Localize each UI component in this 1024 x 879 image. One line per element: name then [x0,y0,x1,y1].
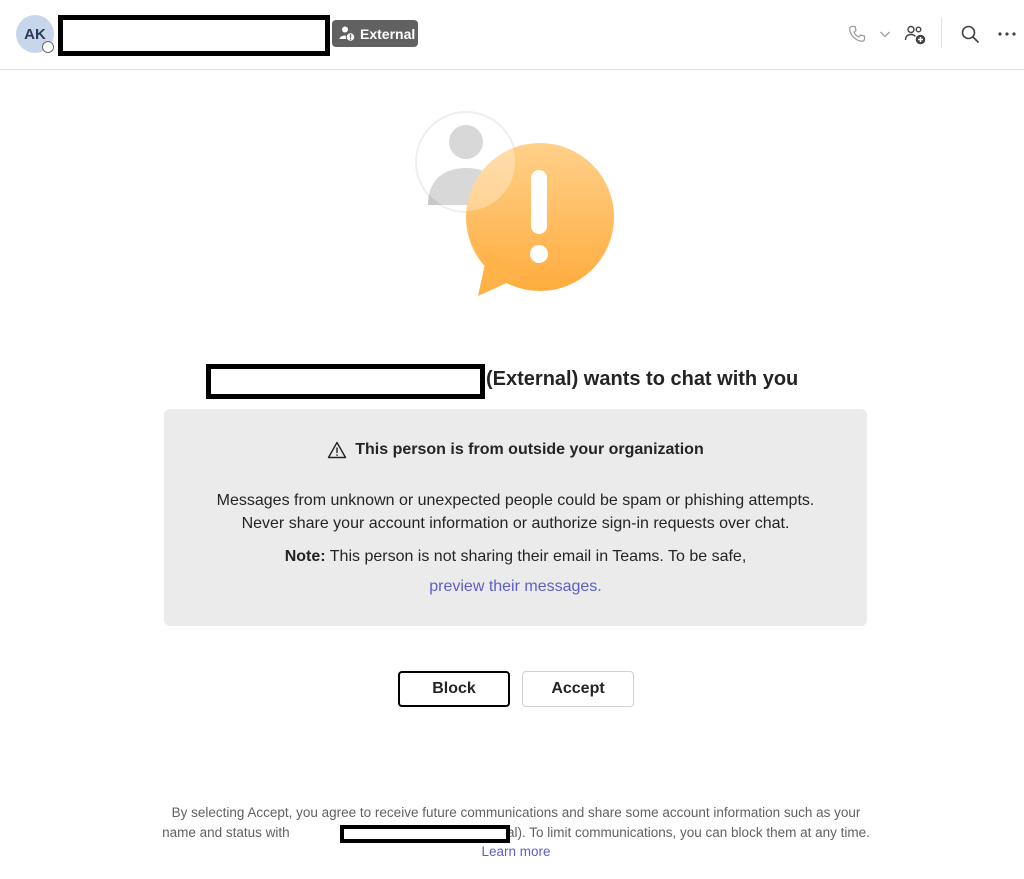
warning-heading: This person is from outside your organiz… [355,441,704,458]
redacted-contact-name [58,15,330,56]
redacted-footer-name [340,825,510,843]
consent-disclaimer: By selecting Accept, you agree to receiv… [160,803,872,862]
call-icon[interactable] [845,22,869,46]
warning-line-1: Messages from unknown or unexpected peop… [216,492,815,509]
external-chat-warning-illustration [415,111,614,296]
add-people-icon[interactable] [901,21,929,49]
chat-header: AK External [0,0,1024,70]
external-user-icon [339,26,356,42]
avatar-initials: AK [24,25,46,43]
header-divider [941,18,942,48]
redacted-requester-name [206,364,485,399]
warning-icon [328,441,347,459]
disclaimer-text-part2: (External). To limit communications, you… [463,824,870,840]
learn-more-link[interactable]: Learn more [481,844,550,859]
block-button[interactable]: Block [398,671,510,707]
accept-button[interactable]: Accept [522,671,634,707]
external-badge: External [332,20,418,47]
external-badge-label: External [360,25,416,42]
chevron-down-icon[interactable] [876,25,894,43]
more-options-icon[interactable] [995,22,1019,46]
search-icon[interactable] [958,22,982,46]
warning-description: Messages from unknown or unexpected peop… [164,489,867,535]
presence-status-icon [42,41,54,53]
note-text: Note: This person is not sharing their e… [164,548,867,566]
note-body: This person is not sharing their email i… [325,548,747,565]
preview-messages-link[interactable]: preview their messages. [164,578,867,596]
warning-line-2: Never share your account information or … [241,515,790,532]
external-warning-panel: This person is from outside your organiz… [164,409,867,626]
note-label: Note: [284,548,326,565]
chat-request-title: (External) wants to chat with you [486,368,799,390]
